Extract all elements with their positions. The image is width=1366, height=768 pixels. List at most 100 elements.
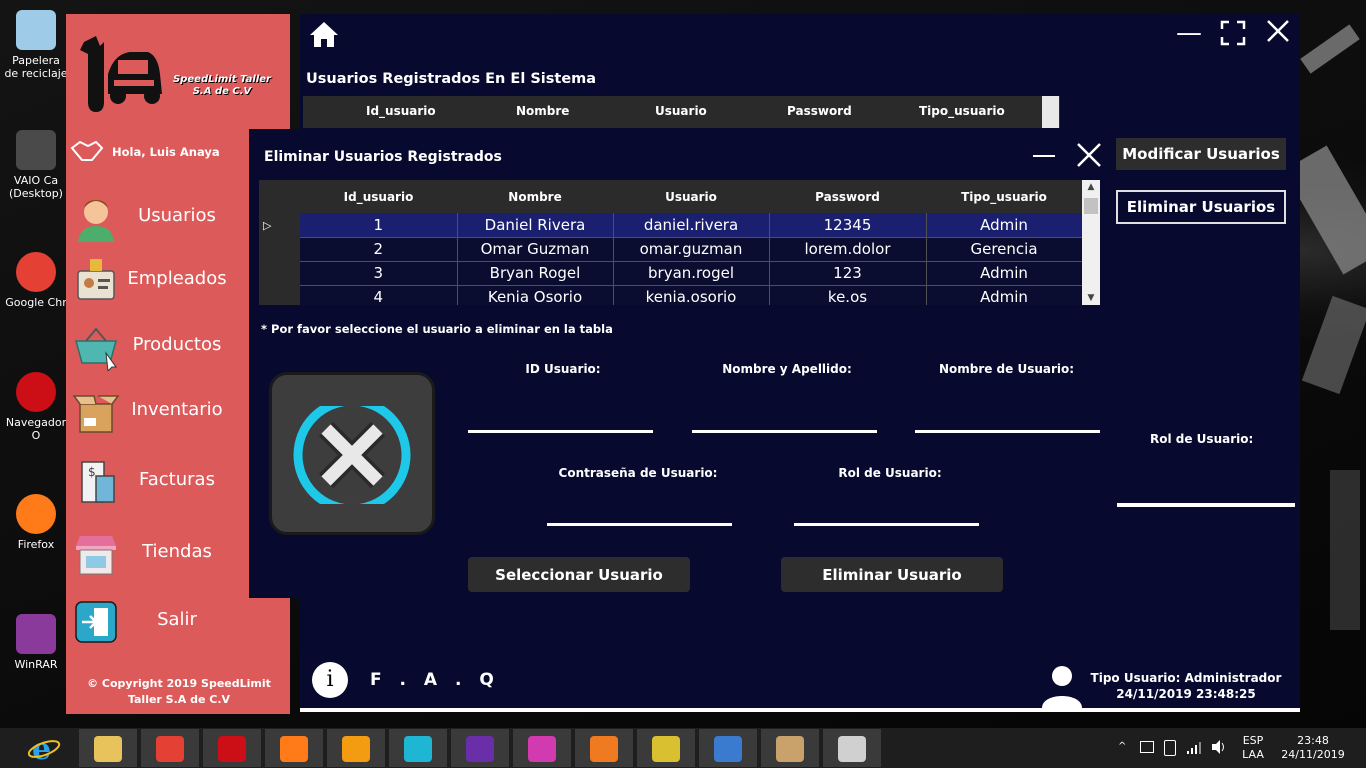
table-cell[interactable]: lorem.dolor [769,237,927,262]
taskbar-app-button[interactable] [265,729,323,767]
tools-icon [652,736,680,762]
name-field[interactable] [692,430,877,433]
home-icon[interactable] [308,20,340,48]
table-cell[interactable]: omar.guzman [613,237,770,262]
sidebar-item-label: Tiendas [142,541,212,562]
close-icon[interactable] [1266,19,1290,43]
action-center-icon[interactable] [1140,741,1154,753]
scrollbar-thumb[interactable] [1084,198,1098,214]
sidebar-item-label: Salir [157,609,197,630]
dialog-minimize-icon[interactable] [1033,155,1055,157]
sidebar-item-label: Usuarios [138,205,216,226]
taskbar-app-button[interactable] [637,729,695,767]
maximize-icon[interactable] [1220,20,1246,46]
table-cell[interactable]: 123 [769,261,927,286]
column-header[interactable]: Password [769,180,926,213]
taskbar-app-button[interactable] [823,729,881,767]
sidebar-item-salir[interactable]: Salir [66,592,290,650]
volume-icon[interactable] [1210,739,1228,755]
wallpaper-shard [1300,24,1360,74]
taskbar-app-button[interactable] [389,729,447,767]
id-label: ID Usuario: [525,362,601,376]
faq-link[interactable]: F . A . Q [370,670,500,690]
column-header[interactable]: Tipo_usuario [926,180,1082,213]
taskbar-app-button[interactable] [79,729,137,767]
scroll-down-icon[interactable]: ▼ [1082,293,1100,303]
table-cell[interactable]: Daniel Rivera [457,213,614,238]
visual-studio-icon [466,736,494,762]
table-cell[interactable]: 3 [300,261,458,286]
id-field[interactable] [468,430,653,433]
desktop-icon-chrome[interactable]: Google Chr [4,252,68,309]
desktop-icon-vaio[interactable]: VAIO Ca (Desktop) [4,130,68,200]
table-cell[interactable]: ke.os [769,285,927,305]
taskbar-app-button[interactable] [699,729,757,767]
virtualbox-icon [714,736,742,762]
taskbar-app-button[interactable] [203,729,261,767]
table-cell[interactable]: Admin [926,261,1083,286]
scroll-up-icon[interactable]: ▲ [1082,182,1100,192]
desktop-icon-opera[interactable]: Navegador O [4,372,68,442]
table-scrollbar[interactable] [1042,96,1059,128]
table-row[interactable]: 2 Omar Guzman omar.guzman lorem.dolor Ge… [259,237,1083,262]
info-icon[interactable]: i [312,662,348,698]
table-cell[interactable]: bryan.rogel [613,261,770,286]
exit-door-icon [75,601,117,643]
row-header[interactable] [259,285,300,305]
taskbar-app-button[interactable] [513,729,571,767]
table-cell[interactable]: 2 [300,237,458,262]
clock[interactable]: 23:48 24/11/2019 [1278,734,1348,762]
table-cell[interactable]: Kenia Osorio [457,285,614,305]
desktop-icon-firefox[interactable]: Firefox [4,494,68,551]
desktop-icon-label: Google Chr [5,296,67,309]
desktop-icon-winrar[interactable]: WinRAR [4,614,68,671]
taskbar-app-button[interactable] [451,729,509,767]
delete-user-button[interactable]: Eliminar Usuario [781,557,1003,592]
wifi-icon[interactable] [1186,739,1202,755]
row-header[interactable] [259,237,300,261]
column-header[interactable]: Id_usuario [300,180,457,213]
battery-icon[interactable] [1164,740,1176,756]
username-field[interactable] [915,430,1100,433]
minimize-icon[interactable]: — [1172,18,1206,48]
sidebar-item-label: Productos [132,334,222,355]
password-field[interactable] [547,523,732,526]
language-indicator[interactable]: ESP LAA [1236,734,1270,762]
row-header[interactable] [259,261,300,285]
role-field[interactable] [794,523,979,526]
table-cell[interactable]: Omar Guzman [457,237,614,262]
table-cell[interactable]: daniel.rivera [613,213,770,238]
users-table-background[interactable]: Id_usuario Nombre Usuario Password Tipo_… [303,96,1060,128]
table-cell[interactable]: Admin [926,213,1083,238]
table-row[interactable]: ▷ 1 Daniel Rivera daniel.rivera 12345 Ad… [259,213,1083,238]
taskbar-app-button[interactable] [575,729,633,767]
column-header[interactable]: Nombre [457,180,613,213]
delete-users-button[interactable]: Eliminar Usuarios [1116,190,1286,224]
table-cell[interactable]: 12345 [769,213,927,238]
select-user-button[interactable]: Seleccionar Usuario [468,557,690,592]
column-header: Nombre [516,104,570,118]
page-title: Usuarios Registrados En El Sistema [306,71,597,87]
taskbar-app-button[interactable] [141,729,199,767]
tray-expand-icon[interactable]: ^ [1118,740,1126,754]
table-cell[interactable]: 1 [300,213,458,238]
dialog-close-icon[interactable] [1075,141,1103,169]
xampp-icon [590,736,618,762]
users-table[interactable]: Id_usuario Nombre Usuario Password Tipo_… [259,180,1100,305]
desktop-icon-recycle-bin[interactable]: Papelera de reciclaje [4,10,68,80]
table-cell[interactable]: Bryan Rogel [457,261,614,286]
table-cell[interactable]: Gerencia [926,237,1083,262]
speedlimit-logo-icon [80,36,162,112]
table-scrollbar[interactable]: ▲ ▼ [1082,180,1100,305]
taskbar-app-button[interactable] [761,729,819,767]
taskbar-app-button[interactable] [327,729,385,767]
desktop-icon-label: WinRAR [14,658,58,671]
table-row[interactable]: 3 Bryan Rogel bryan.rogel 123 Admin [259,261,1083,286]
table-cell[interactable]: kenia.osorio [613,285,770,305]
table-cell[interactable]: Admin [926,285,1083,305]
table-cell[interactable]: 4 [300,285,458,305]
modify-users-button[interactable]: Modificar Usuarios [1116,138,1286,170]
column-header[interactable]: Usuario [613,180,769,213]
table-row[interactable]: 4 Kenia Osorio kenia.osorio ke.os Admin [259,285,1083,305]
internet-explorer-icon[interactable]: e [28,733,62,763]
